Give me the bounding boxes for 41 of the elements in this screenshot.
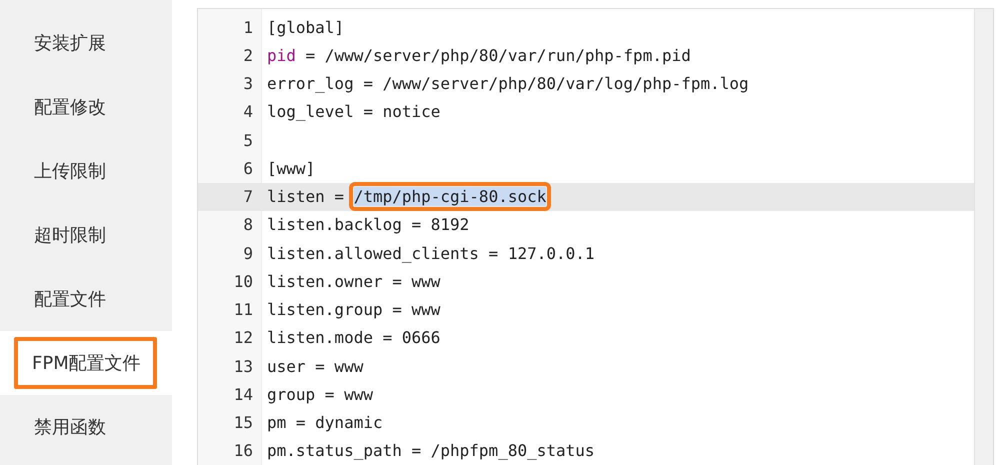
sidebar-item[interactable]: FPM配置文件 bbox=[0, 331, 172, 395]
menu-label: FPM配置文件 bbox=[14, 337, 157, 389]
line-number: 6 bbox=[242, 158, 254, 178]
line-number: 9 bbox=[242, 244, 254, 263]
code-line: pm.status_path = /phpfpm_80_status bbox=[267, 440, 595, 462]
code-line: listen.group = www bbox=[267, 299, 440, 322]
line-number: 16 bbox=[232, 441, 254, 460]
scrollbar[interactable] bbox=[974, 9, 993, 465]
code-line: listen.mode = 0666 bbox=[267, 327, 440, 350]
menu-label: 配置文件 bbox=[33, 288, 107, 312]
code-line: [www] bbox=[267, 158, 316, 180]
line-number: 2 bbox=[242, 46, 254, 65]
line-number: 10 bbox=[232, 272, 254, 291]
line-number: 8 bbox=[242, 215, 254, 234]
line-number: 11 bbox=[232, 300, 254, 320]
menu-label: 上传限制 bbox=[33, 160, 107, 184]
code-line: listen.allowed_clients = 127.0.0.1 bbox=[267, 242, 595, 265]
menu-label: 禁用函数 bbox=[33, 416, 107, 440]
code-line: pm = dynamic bbox=[267, 412, 383, 434]
line-number: 15 bbox=[232, 413, 254, 432]
code-line: listen.backlog = 8192 bbox=[267, 214, 470, 236]
line-number: 14 bbox=[232, 384, 254, 404]
menu-label: 配置修改 bbox=[33, 96, 107, 120]
code-line: pid = /www/server/php/80/var/run/php-fpm.pid bbox=[267, 44, 691, 67]
code-line: listen = /tmp/php-cgi-80.sock bbox=[267, 186, 546, 208]
line-number: 13 bbox=[232, 356, 254, 376]
code-line: log_level = notice bbox=[267, 101, 440, 124]
code-line: error_log = /www/server/php/80/var/log/php-fpm.log bbox=[267, 73, 749, 96]
line-number: 4 bbox=[242, 102, 254, 122]
code-editor[interactable] bbox=[197, 8, 994, 465]
code-line: listen.owner = www bbox=[267, 270, 440, 293]
menu-label: 安装扩展 bbox=[33, 32, 107, 56]
line-number: 5 bbox=[242, 130, 254, 150]
code-line: group = www bbox=[267, 384, 373, 406]
code-line: [global] bbox=[267, 16, 344, 39]
line-number: 12 bbox=[232, 328, 254, 348]
line-number: 7 bbox=[242, 187, 254, 206]
line-number: 1 bbox=[242, 18, 254, 37]
line-number: 3 bbox=[242, 74, 254, 94]
code-line: user = www bbox=[267, 356, 364, 378]
menu-label: 超时限制 bbox=[33, 224, 107, 248]
